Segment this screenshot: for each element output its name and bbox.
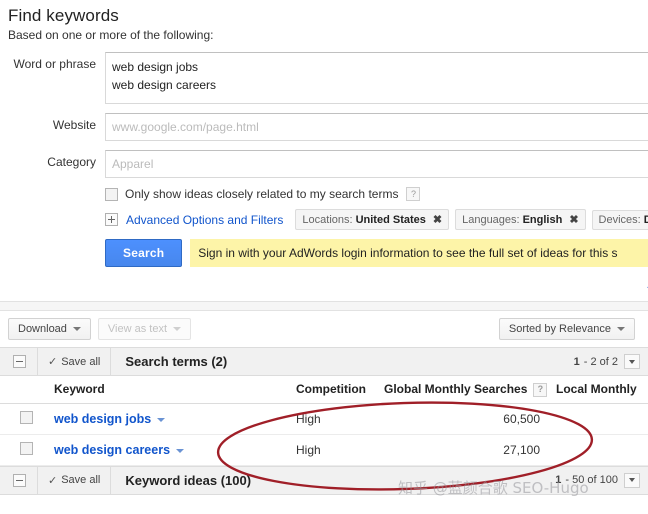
advanced-options-row: Advanced Options and Filters Locations: … <box>105 209 648 230</box>
row-checkbox[interactable] <box>20 442 33 455</box>
about-row: Ab <box>0 267 648 301</box>
row-global-monthly-searches-cell: 60,500 <box>376 403 548 434</box>
keyword-link[interactable]: web design jobs <box>54 412 151 426</box>
website-input[interactable]: www.google.com/page.html <box>105 113 648 141</box>
pager-rest: - 2 of 2 <box>584 356 618 368</box>
chevron-down-icon[interactable] <box>176 449 184 453</box>
chevron-down-icon <box>173 327 181 331</box>
chip-locations-name: Locations: <box>302 214 352 226</box>
select-all-header <box>0 376 46 403</box>
save-all-search-terms-button[interactable]: ✓ Save all <box>37 348 111 375</box>
pager-dropdown-button[interactable] <box>624 354 640 369</box>
global-monthly-searches-label: Global Monthly Searches <box>384 382 527 396</box>
search-terms-pager: 1 - 2 of 2 <box>574 354 640 369</box>
chip-languages-name: Languages: <box>462 214 520 226</box>
check-icon: ✓ <box>48 474 57 487</box>
row-competition-cell: High <box>288 403 376 434</box>
keyword-header[interactable]: Keyword <box>46 376 288 403</box>
check-icon: ✓ <box>48 355 57 368</box>
save-all-label: Save all <box>61 474 100 486</box>
sort-button[interactable]: Sorted by Relevance <box>499 318 635 340</box>
table-row: web design jobs High 60,500 <box>0 403 648 434</box>
signin-notice: Sign in with your AdWords login informat… <box>190 239 648 267</box>
save-all-keyword-ideas-button[interactable]: ✓ Save all <box>37 467 111 494</box>
download-button[interactable]: Download <box>8 318 91 340</box>
advanced-options-link[interactable]: Advanced Options and Filters <box>126 213 283 227</box>
word-or-phrase-line-2: web design careers <box>112 76 647 94</box>
word-or-phrase-row: Word or phrase web design jobs web desig… <box>0 52 648 104</box>
table-header-row: Keyword Competition Global Monthly Searc… <box>0 376 648 403</box>
pager-current: 1 <box>555 474 561 486</box>
find-keywords-panel: Find keywords Based on one or more of th… <box>0 0 648 301</box>
collapse-minus-icon[interactable] <box>13 355 26 368</box>
download-label: Download <box>18 323 67 335</box>
search-row: Search Sign in with your AdWords login i… <box>105 239 648 267</box>
row-select-cell <box>0 434 46 465</box>
global-monthly-searches-header[interactable]: Global Monthly Searches? <box>376 376 548 403</box>
word-or-phrase-input[interactable]: web design jobs web design careers <box>105 52 648 104</box>
view-as-text-label: View as text <box>108 323 167 335</box>
filter-chip-devices[interactable]: Devices: Desk <box>592 210 648 230</box>
row-keyword-cell: web design jobs <box>46 403 288 434</box>
chip-languages-value: English <box>523 214 563 226</box>
search-terms-section-header: ✓ Save all Search terms (2) 1 - 2 of 2 <box>0 347 648 376</box>
row-select-cell <box>0 403 46 434</box>
keyword-link[interactable]: web design careers <box>54 443 170 457</box>
chevron-down-icon[interactable] <box>157 418 165 422</box>
chevron-down-icon <box>629 478 635 482</box>
filter-chip-languages[interactable]: Languages: English ✖ <box>455 209 585 230</box>
keyword-ideas-title: Keyword ideas (100) <box>125 473 251 488</box>
close-icon[interactable]: ✖ <box>569 213 578 226</box>
table-row: web design careers High 27,100 <box>0 434 648 465</box>
chevron-down-icon <box>617 327 625 331</box>
competition-header[interactable]: Competition <box>288 376 376 403</box>
website-placeholder: www.google.com/page.html <box>112 120 259 134</box>
search-button[interactable]: Search <box>105 239 182 267</box>
filter-chip-locations[interactable]: Locations: United States ✖ <box>295 209 449 230</box>
row-competition-cell: High <box>288 434 376 465</box>
sort-label: Sorted by Relevance <box>509 323 611 335</box>
view-as-text-button[interactable]: View as text <box>98 318 191 340</box>
chip-locations-value: United States <box>356 214 426 226</box>
help-icon[interactable]: ? <box>533 383 547 397</box>
category-row: Category Apparel <box>0 150 648 178</box>
keyword-ideas-pager: 1 - 50 of 100 <box>555 473 640 488</box>
save-all-label: Save all <box>61 356 100 368</box>
chevron-down-icon <box>73 327 81 331</box>
row-local-monthly-searches-cell <box>548 434 648 465</box>
row-checkbox[interactable] <box>20 411 33 424</box>
section-divider <box>0 301 648 311</box>
row-local-monthly-searches-cell <box>548 403 648 434</box>
chevron-down-icon <box>629 360 635 364</box>
page-title: Find keywords <box>8 6 648 26</box>
help-icon[interactable]: ? <box>406 187 420 201</box>
word-or-phrase-line-1: web design jobs <box>112 58 647 76</box>
chip-devices-name: Devices: <box>599 214 641 226</box>
category-input[interactable]: Apparel <box>105 150 648 178</box>
search-terms-table: Keyword Competition Global Monthly Searc… <box>0 376 648 466</box>
category-placeholder: Apparel <box>112 157 153 171</box>
only-show-ideas-checkbox[interactable] <box>105 188 118 201</box>
only-show-ideas-label: Only show ideas closely related to my se… <box>125 187 398 201</box>
row-keyword-cell: web design careers <box>46 434 288 465</box>
word-or-phrase-label: Word or phrase <box>0 52 105 72</box>
website-row: Website www.google.com/page.html <box>0 113 648 141</box>
row-global-monthly-searches-cell: 27,100 <box>376 434 548 465</box>
local-monthly-header[interactable]: Local Monthly <box>548 376 648 403</box>
pager-dropdown-button[interactable] <box>624 473 640 488</box>
chip-devices-value: Desk <box>644 214 648 226</box>
pager-current: 1 <box>574 356 580 368</box>
keyword-ideas-section-header: ✓ Save all Keyword ideas (100) 1 - 50 of… <box>0 466 648 495</box>
results-toolbar: Download View as text Sorted by Relevanc… <box>0 311 648 347</box>
search-terms-title: Search terms (2) <box>125 354 227 369</box>
only-show-ideas-row: Only show ideas closely related to my se… <box>105 187 648 201</box>
expand-plus-icon[interactable] <box>105 213 118 226</box>
page-subtitle: Based on one or more of the following: <box>8 28 648 42</box>
category-label: Category <box>0 150 105 170</box>
website-label: Website <box>0 113 105 133</box>
pager-rest: - 50 of 100 <box>565 474 618 486</box>
collapse-minus-icon[interactable] <box>13 474 26 487</box>
close-icon[interactable]: ✖ <box>433 213 442 226</box>
